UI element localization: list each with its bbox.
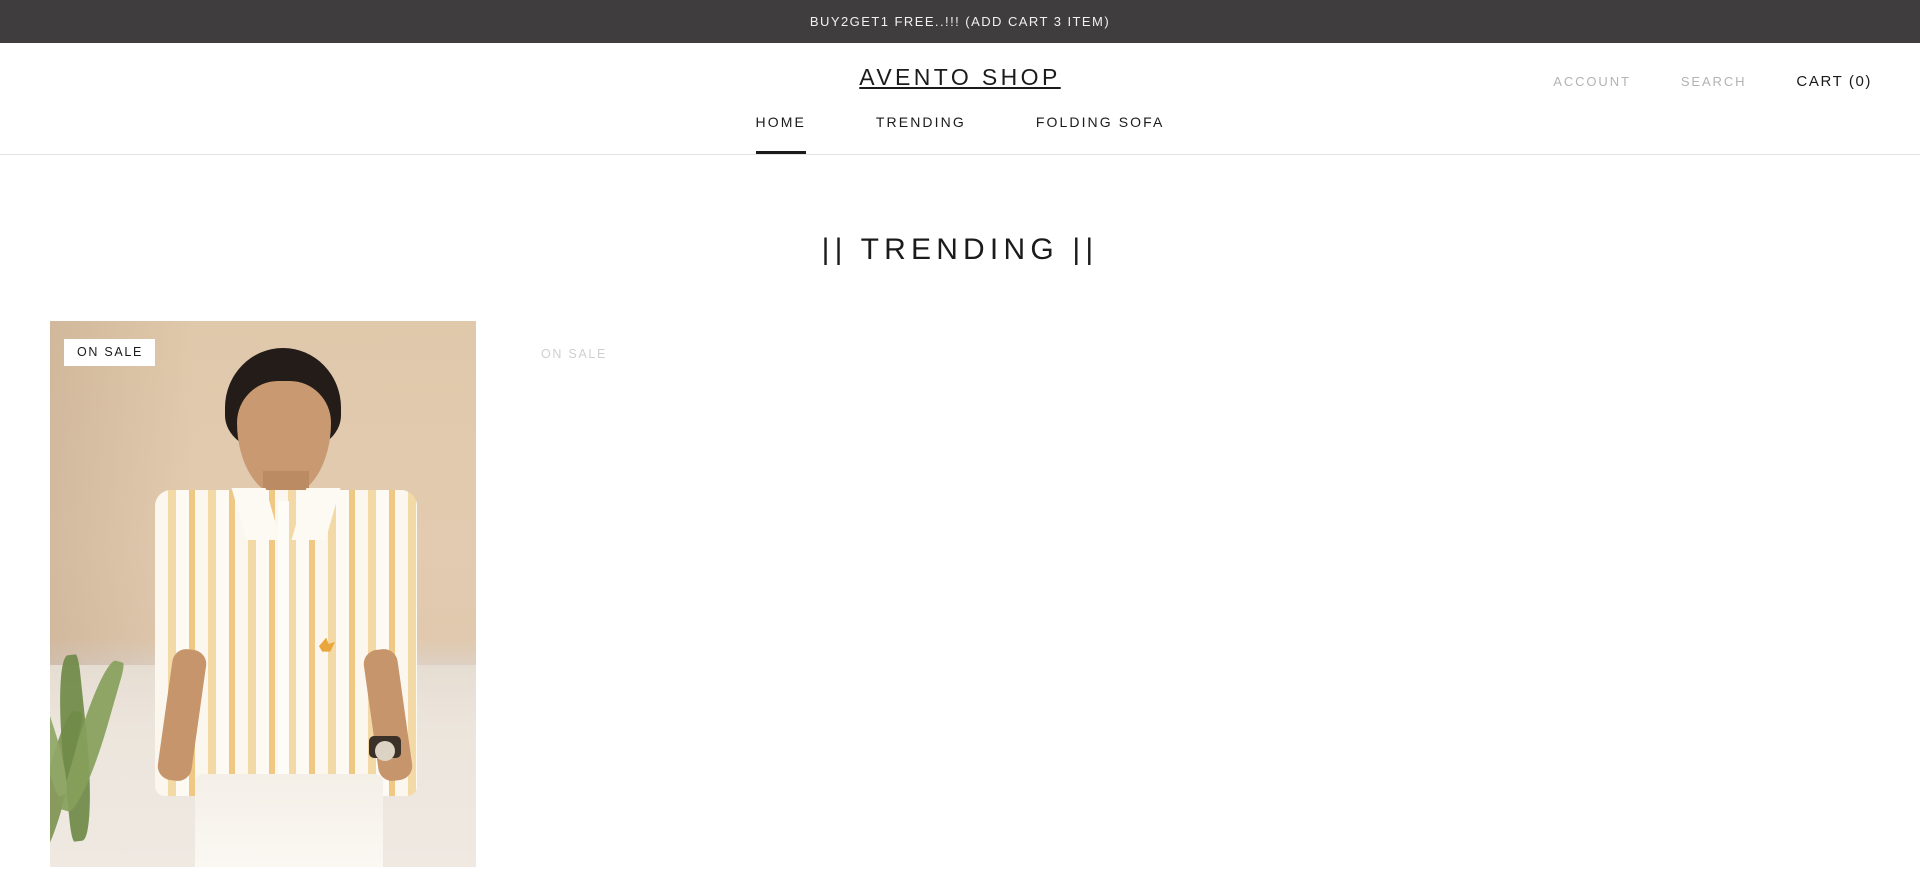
cart-link[interactable]: CART (0): [1796, 69, 1872, 94]
collection-section: || TRENDING || ON SALE ON SALE: [0, 233, 1920, 867]
model-figure: [113, 321, 453, 867]
status-badge: ON SALE: [541, 347, 608, 361]
nav-item-trending[interactable]: TRENDING: [876, 114, 966, 154]
product-image[interactable]: ON SALE: [50, 321, 476, 867]
announcement-bar: BUY2GET1 FREE..!!! (ADD CART 3 ITEM): [0, 0, 1920, 43]
account-link[interactable]: ACCOUNT: [1553, 70, 1631, 93]
main-navigation: HOME TRENDING FOLDING SOFA: [0, 114, 1920, 154]
search-link[interactable]: SEARCH: [1681, 70, 1747, 93]
shirt-placket: [278, 501, 289, 786]
announcement-text: BUY2GET1 FREE..!!! (ADD CART 3 ITEM): [809, 14, 1111, 29]
product-card[interactable]: ON SALE: [50, 321, 476, 867]
page-title: || TRENDING ||: [821, 233, 1099, 266]
product-grid: ON SALE ON SALE: [0, 321, 1920, 867]
header-utility-nav: ACCOUNT SEARCH CART (0): [1553, 69, 1872, 94]
product-card[interactable]: ON SALE: [528, 321, 954, 867]
product-image[interactable]: ON SALE: [528, 321, 954, 867]
product-photo-backdrop: [50, 321, 476, 867]
nav-item-folding-sofa[interactable]: FOLDING SOFA: [1036, 114, 1165, 154]
status-badge: ON SALE: [64, 339, 156, 366]
nav-item-home[interactable]: HOME: [755, 114, 807, 154]
model-trousers: [195, 774, 383, 867]
site-header: AVENTO SHOP ACCOUNT SEARCH CART (0) HOME…: [0, 43, 1920, 155]
